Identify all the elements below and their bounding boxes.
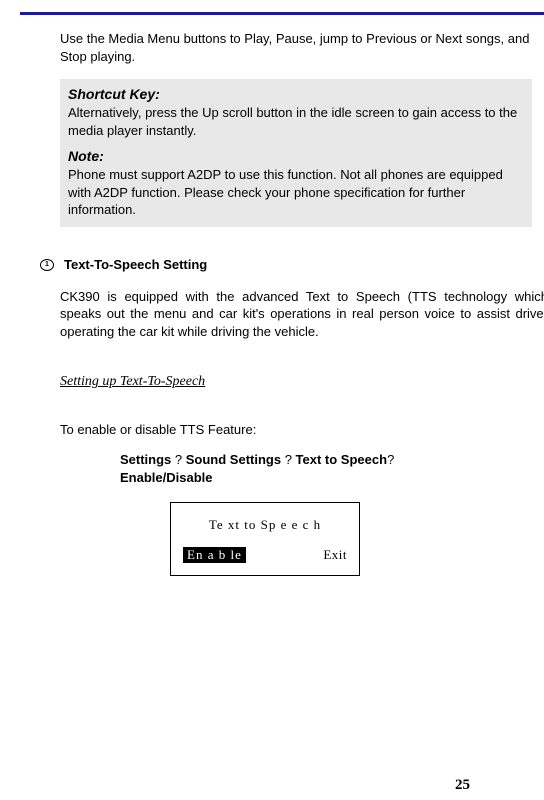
nav-enable: Enable/Disable	[120, 470, 212, 485]
nav-sep: ?	[285, 452, 292, 467]
shortcut-key-body: Alternatively, press the Up scroll butto…	[68, 105, 517, 138]
tts-description: CK390 is equipped with the advanced Text…	[60, 288, 544, 341]
device-title: Te xt to Sp e e c h	[183, 517, 347, 533]
info-box: Shortcut Key: Alternatively, press the U…	[60, 79, 532, 227]
nav-sound: Sound Settings	[182, 452, 285, 467]
page-number: 25	[455, 777, 470, 794]
tts-section-title: Text-To-Speech Setting	[64, 257, 207, 272]
note-body: Phone must support A2DP to use this func…	[68, 167, 503, 217]
tts-subheading: Setting up Text-To-Speech	[60, 374, 544, 390]
section-bullet-icon: 1	[40, 259, 54, 271]
nav-sep: ?	[387, 452, 394, 467]
page-content: Use the Media Menu buttons to Play, Paus…	[0, 0, 544, 576]
shortcut-key-heading: Shortcut Key:	[68, 86, 160, 102]
intro-paragraph: Use the Media Menu buttons to Play, Paus…	[60, 30, 544, 65]
tts-enable-intro: To enable or disable TTS Feature:	[60, 422, 544, 437]
settings-nav-path: Settings ? Sound Settings ? Text to Spee…	[120, 451, 480, 487]
nav-tts: Text to Speech	[292, 452, 387, 467]
note-heading: Note:	[68, 148, 104, 164]
header-rule	[20, 12, 544, 15]
enable-button[interactable]: En a b le	[183, 547, 246, 563]
nav-settings: Settings	[120, 452, 175, 467]
device-screen-mockup: Te xt to Sp e e c h En a b le Exit	[170, 502, 360, 576]
exit-button[interactable]: Exit	[323, 547, 347, 563]
